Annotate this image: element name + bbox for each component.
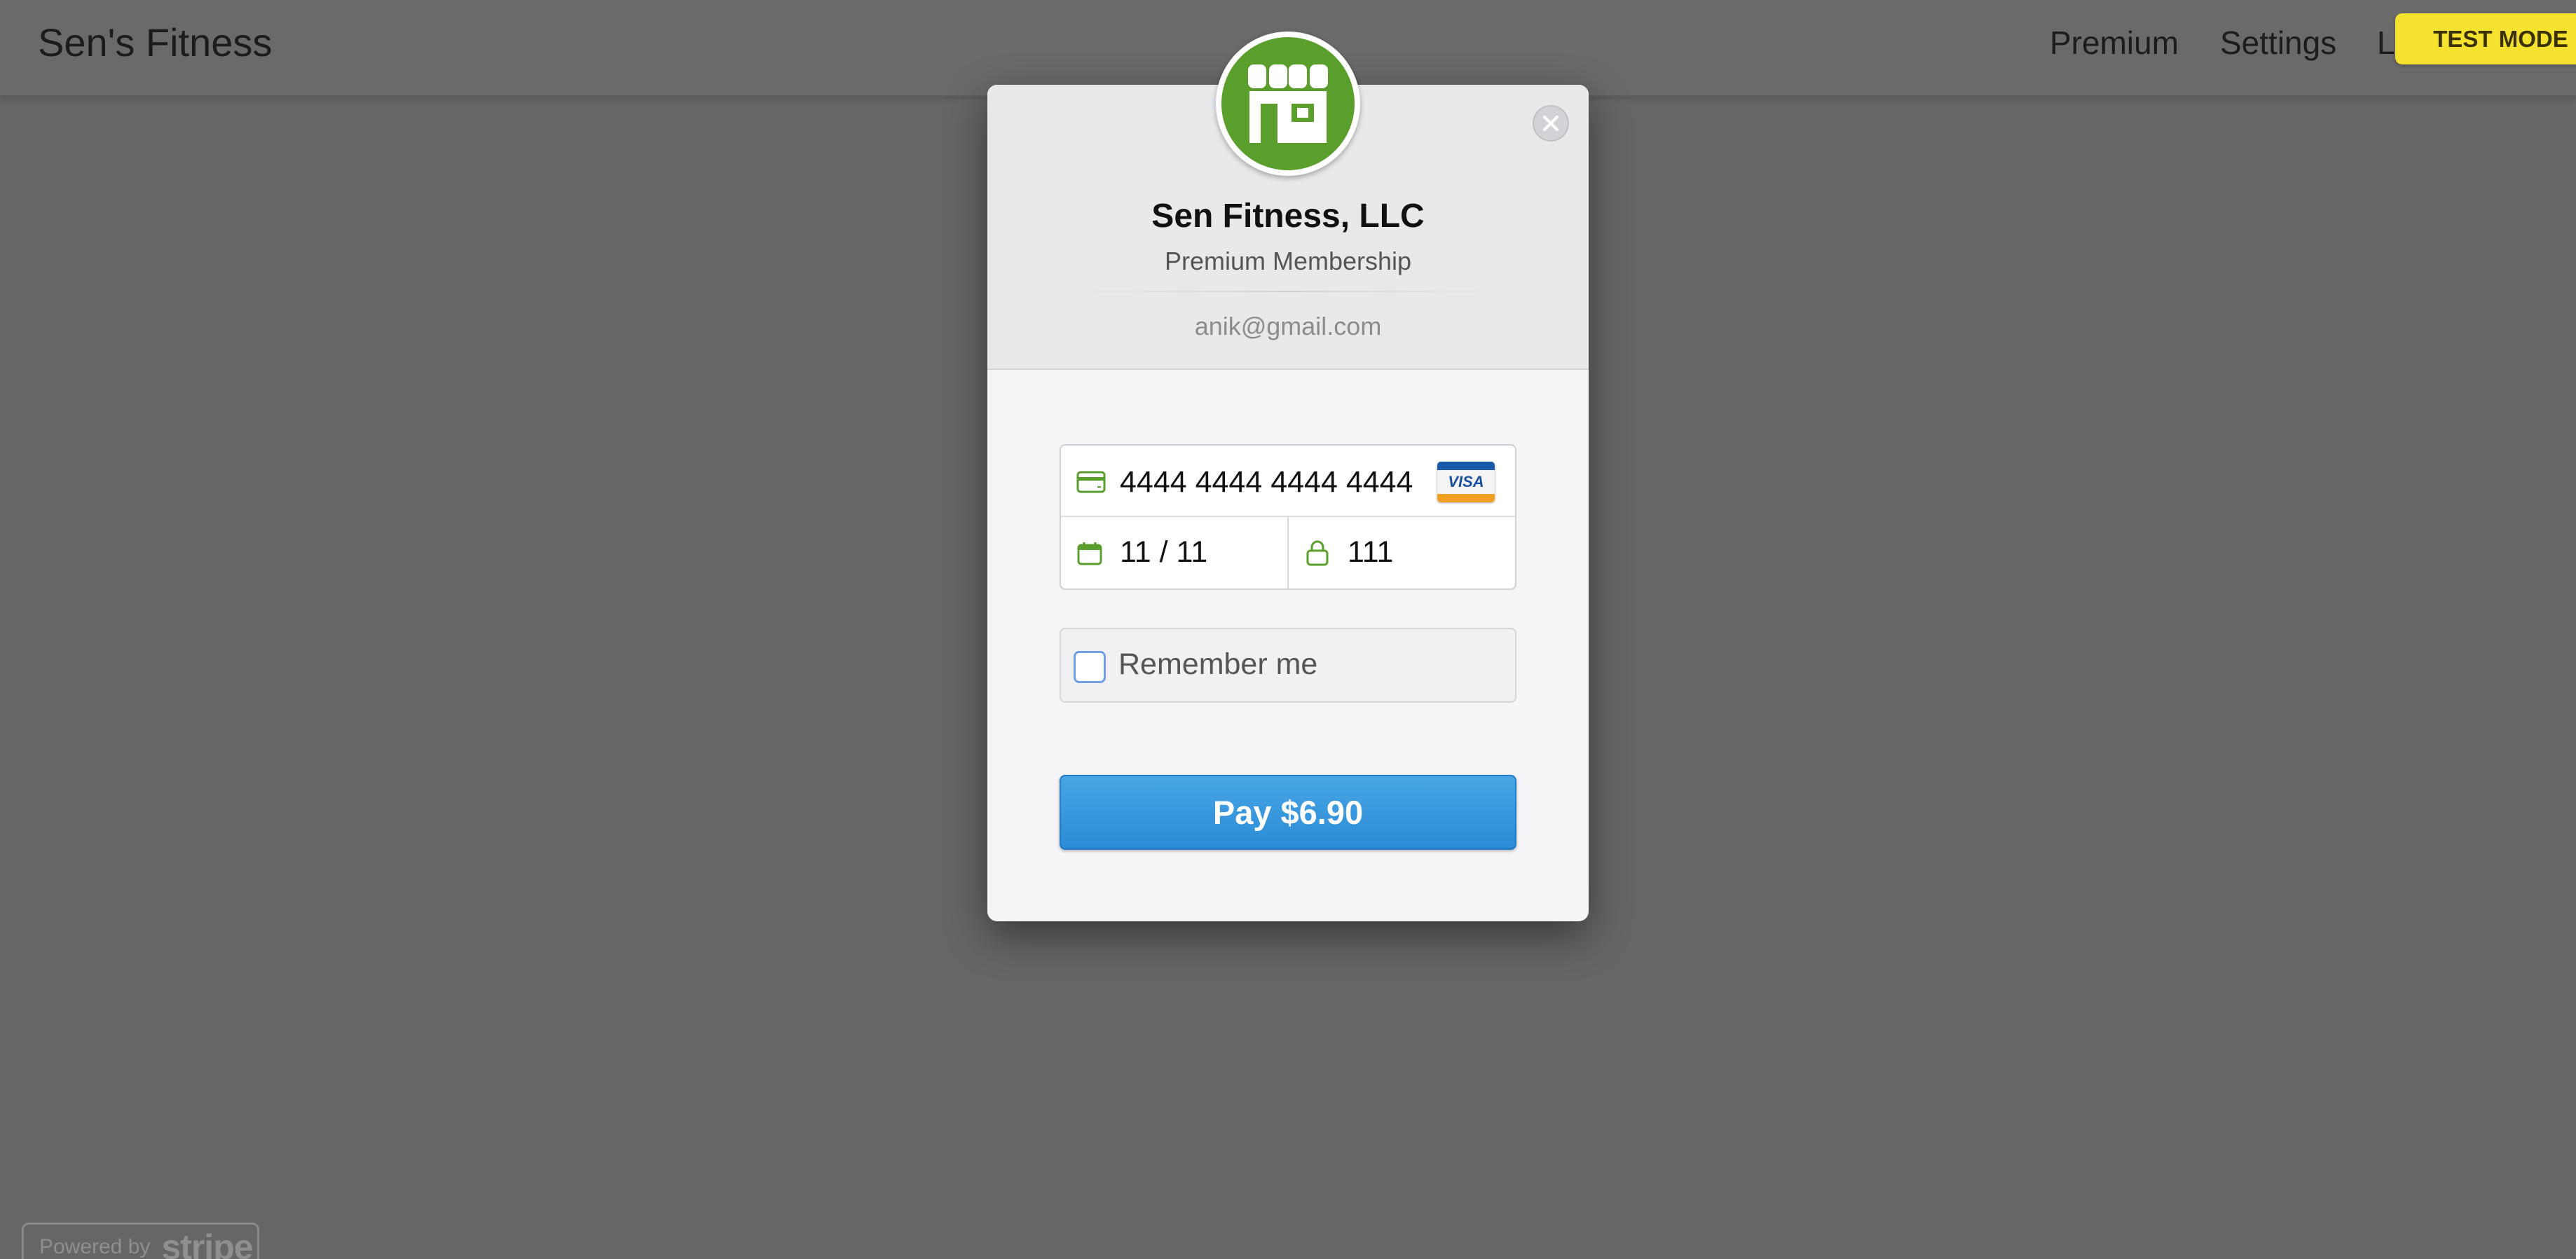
nav-premium-link[interactable]: Premium — [2050, 24, 2179, 62]
remember-me-row[interactable]: Remember me — [1060, 628, 1516, 703]
pay-button[interactable]: Pay $6.90 — [1060, 775, 1516, 850]
visa-logo: VISA — [1437, 462, 1495, 502]
powered-by-label: Powered by — [39, 1235, 151, 1258]
card-fields: 4444 4444 4444 4444 VISA 11 / 11 111 — [1060, 444, 1516, 590]
cvc-value: 111 — [1348, 535, 1394, 569]
remember-me-checkbox[interactable] — [1074, 651, 1106, 683]
expiry-field[interactable]: 11 / 11 — [1061, 517, 1287, 589]
merchant-name: Sen Fitness, LLC — [1151, 198, 1425, 235]
test-mode-badge: TEST MODE — [2395, 13, 2576, 64]
expiry-value: 11 / 11 — [1120, 535, 1208, 569]
card-number-value: 4444 4444 4444 4444 — [1120, 465, 1413, 499]
calendar-icon — [1077, 542, 1102, 565]
stripe-wordmark: stripe — [161, 1227, 253, 1259]
remember-me-label[interactable]: Remember me — [1118, 647, 1317, 682]
card-expiry-cvc-row: 11 / 11 111 — [1061, 517, 1515, 589]
store-icon — [1248, 64, 1328, 143]
merchant-logo — [1216, 32, 1360, 176]
lock-icon — [1306, 540, 1329, 566]
card-brand-label: VISA — [1437, 470, 1495, 494]
card-number-field[interactable]: 4444 4444 4444 4444 VISA — [1061, 446, 1515, 517]
product-description: Premium Membership — [1164, 247, 1412, 275]
close-button[interactable] — [1533, 105, 1569, 142]
customer-email: anik@gmail.com — [1194, 312, 1382, 340]
checkout-modal: Sen Fitness, LLC Premium Membership anik… — [987, 85, 1589, 921]
brand-link[interactable]: Sen's Fitness — [38, 20, 272, 65]
powered-by-stripe-badge[interactable]: Powered by stripe — [22, 1223, 259, 1259]
close-icon — [1543, 116, 1558, 131]
cvc-field[interactable]: 111 — [1289, 517, 1515, 589]
nav-settings-link[interactable]: Settings — [2220, 24, 2336, 62]
credit-card-icon — [1076, 471, 1106, 493]
header-divider — [1078, 291, 1498, 292]
